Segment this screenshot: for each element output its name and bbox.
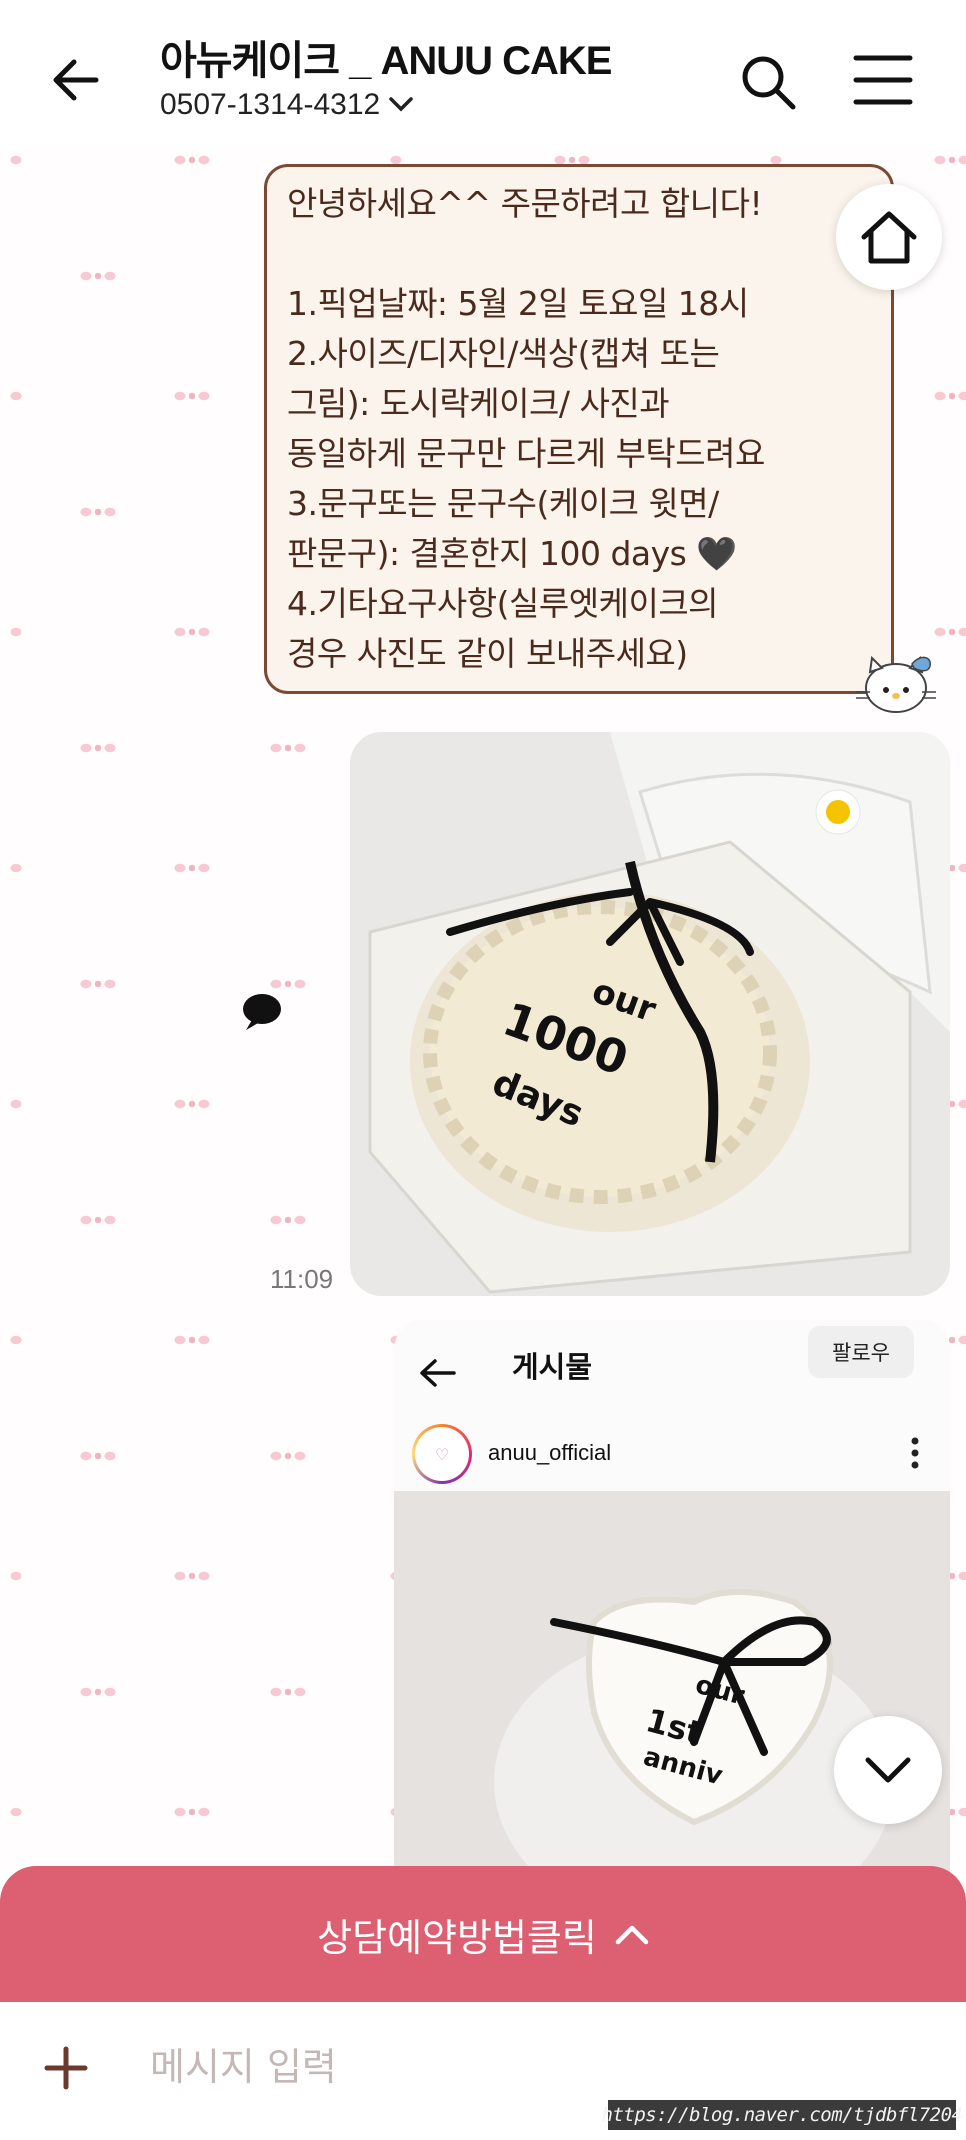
message-line: 안녕하세요^^ 주문하려고 합니다! xyxy=(287,184,763,223)
page-title: 아뉴케이크 _ ANUU CAKE xyxy=(160,39,612,83)
plus-icon xyxy=(44,2046,88,2090)
message-line: 3.문구또는 문구수(케이크 윗면/ xyxy=(287,484,719,523)
follow-button: 팔로우 xyxy=(808,1326,914,1378)
order-message-bubble: 안녕하세요^^ 주문하려고 합니다! 1.픽업날짜: 5월 2일 토요일 18시… xyxy=(264,164,894,694)
chevron-down-icon xyxy=(389,97,413,112)
instagram-header: 게시물 팔로우 xyxy=(394,1320,950,1416)
home-icon xyxy=(861,211,917,264)
message-input[interactable] xyxy=(150,2032,730,2102)
message-line-blank xyxy=(287,229,871,279)
more-options-icon xyxy=(911,1437,919,1469)
menu-icon xyxy=(853,55,913,105)
message-line: 판문구): 결혼한지 100 days 🖤 xyxy=(287,534,737,573)
message-timestamp: 11:09 xyxy=(270,1264,334,1294)
cake-photo-image[interactable]: our 1000 days xyxy=(350,732,950,1296)
menu-button[interactable] xyxy=(852,52,914,108)
message-line: 1.픽업날짜: 5월 2일 토요일 18시 xyxy=(287,284,749,323)
message-line: 경우 사진도 같이 보내주세요) xyxy=(287,634,688,673)
home-button[interactable] xyxy=(836,184,942,290)
attach-button[interactable] xyxy=(44,2046,88,2090)
hello-kitty-sticker-icon xyxy=(856,655,936,713)
message-line: 동일하게 문구만 다르게 부탁드려요 xyxy=(287,434,765,473)
message-line: 그림): 도시락케이크/ 사진과 xyxy=(287,384,670,423)
chevron-down-icon xyxy=(865,1757,911,1783)
lunchbox-cake-illustration: our 1000 days xyxy=(350,732,950,1296)
scroll-down-button[interactable] xyxy=(834,1716,942,1824)
reservation-guide-label: 상담예약방법클릭 xyxy=(317,1915,597,1960)
chat-header: 아뉴케이크 _ ANUU CAKE 0507-1314-4312 xyxy=(0,0,966,150)
search-icon xyxy=(742,56,796,110)
back-button[interactable] xyxy=(48,50,108,110)
instagram-profile-row: ♡ anuu_official xyxy=(394,1416,950,1492)
instagram-title: 게시물 xyxy=(512,1350,593,1384)
heart-cake-illustration: our 1st anniv xyxy=(394,1492,950,1880)
watermark: https://blog.naver.com/tjdbfl7204 xyxy=(602,2100,963,2130)
message-line: 4.기타요구사항(실루엣케이크의 xyxy=(287,584,719,623)
instagram-post-image: our 1st anniv xyxy=(394,1492,950,1880)
avatar-logo-icon: ♡ xyxy=(415,1427,469,1481)
back-arrow-icon xyxy=(53,59,99,101)
speech-bubble-icon xyxy=(243,994,281,1030)
instagram-username: anuu_official xyxy=(488,1440,612,1465)
message-line: 2.사이즈/디자인/색상(캡쳐 또는 xyxy=(287,334,720,373)
phone-number: 0507-1314-4312 xyxy=(160,88,381,121)
reservation-guide-button[interactable]: 상담예약방법클릭 xyxy=(0,1866,966,2002)
chevron-up-icon xyxy=(615,1925,649,1945)
search-button[interactable] xyxy=(738,52,798,112)
back-arrow-icon xyxy=(420,1359,456,1387)
avatar: ♡ xyxy=(412,1424,472,1484)
phone-number-dropdown[interactable]: 0507-1314-4312 xyxy=(160,88,414,122)
